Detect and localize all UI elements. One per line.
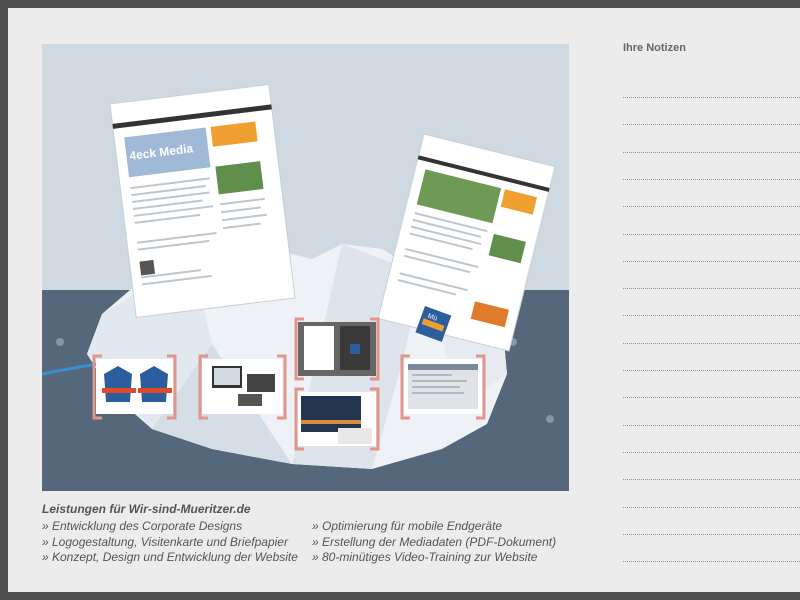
thumb-devices — [200, 356, 285, 418]
thumb-stationery — [296, 319, 378, 379]
caption-left-column: » Entwicklung des Corporate Designs » Lo… — [42, 519, 312, 566]
list-item: » Optimierung für mobile Endgeräte — [312, 519, 582, 535]
list-item: » Logogestaltung, Visitenkarte und Brief… — [42, 535, 312, 551]
note-line — [623, 97, 800, 98]
thumb-photo-cards — [296, 389, 378, 449]
services-caption: Leistungen für Wir-sind-Mueritzer.de » E… — [42, 502, 582, 566]
iceberg-illustration: 4eck Media — [42, 44, 569, 491]
note-line — [623, 315, 800, 316]
note-line — [623, 206, 800, 207]
list-item: » 80-minütiges Video-Training zur Websit… — [312, 550, 582, 566]
thumb-screenshot — [402, 356, 484, 418]
list-item: » Konzept, Design und Entwicklung der We… — [42, 550, 312, 566]
note-line — [623, 507, 800, 508]
caption-right-column: » Optimierung für mobile Endgeräte » Ers… — [312, 519, 582, 566]
caption-title: Leistungen für Wir-sind-Mueritzer.de — [42, 502, 582, 516]
website-mockup-1: 4eck Media — [110, 85, 295, 318]
list-item: » Erstellung der Mediadaten (PDF-Dokumen… — [312, 535, 582, 551]
list-item: » Entwicklung des Corporate Designs — [42, 519, 312, 535]
thumb-logos — [94, 356, 175, 418]
note-line — [623, 152, 800, 153]
note-line — [623, 343, 800, 344]
note-line — [623, 261, 800, 262]
note-line — [623, 534, 800, 535]
notes-panel: Ihre Notizen — [623, 42, 800, 54]
note-line — [623, 479, 800, 480]
iceberg-scene: 4eck Media — [42, 44, 569, 491]
note-line — [623, 179, 800, 180]
note-line — [623, 370, 800, 371]
note-line — [623, 425, 800, 426]
note-line — [623, 288, 800, 289]
note-line — [623, 561, 800, 562]
note-line — [623, 234, 800, 235]
notes-title: Ihre Notizen — [623, 42, 800, 54]
note-line — [623, 397, 800, 398]
note-line — [623, 452, 800, 453]
slide-page: 4eck Media — [8, 8, 800, 592]
note-line — [623, 124, 800, 125]
